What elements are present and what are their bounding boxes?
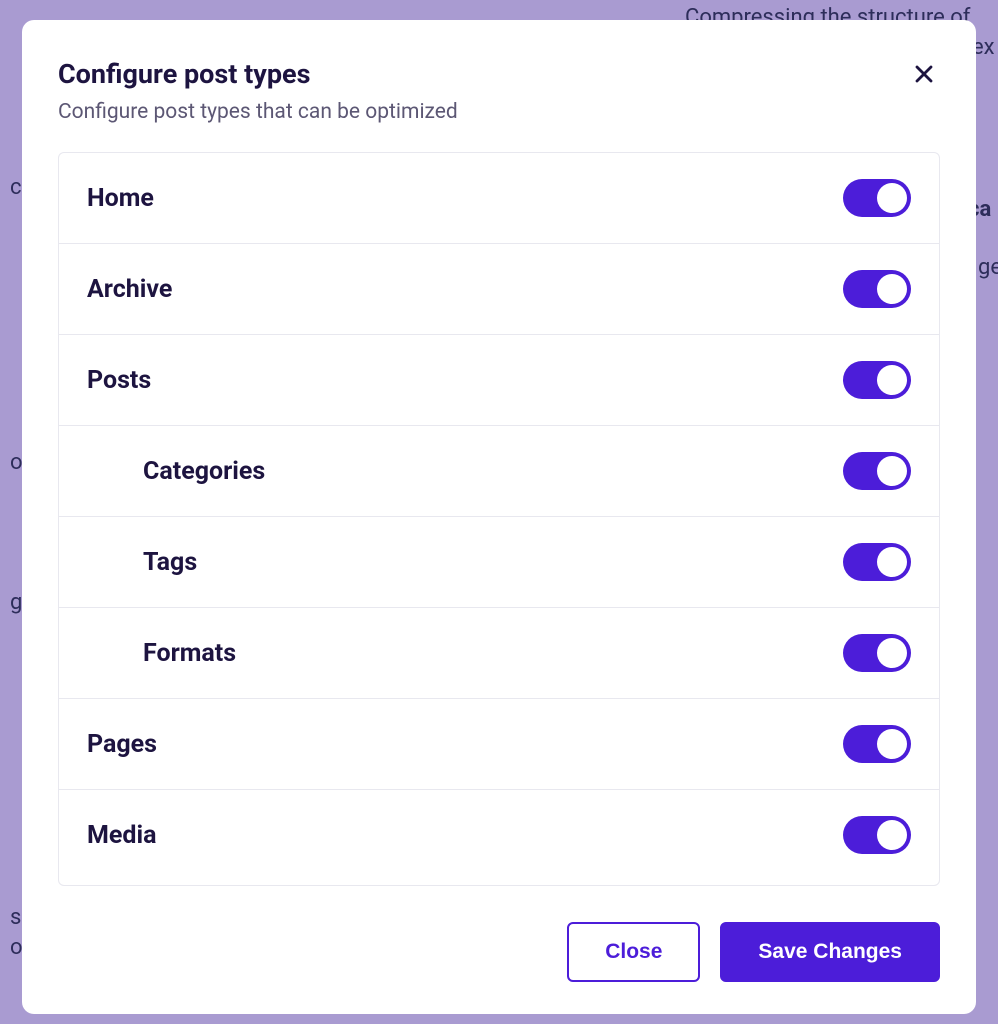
toggle-knob	[877, 820, 907, 850]
background-text: s	[10, 905, 21, 930]
post-type-row-archive: Archive	[59, 244, 939, 335]
post-type-row-media: Media	[59, 790, 939, 880]
post-type-row-categories: Categories	[59, 426, 939, 517]
modal-header: Configure post types	[58, 58, 940, 90]
toggle-knob	[877, 729, 907, 759]
toggle-knob	[877, 456, 907, 486]
toggle-knob	[877, 274, 907, 304]
post-type-row-formats: Formats	[59, 608, 939, 699]
post-type-row-home: Home	[59, 153, 939, 244]
row-label: Formats	[143, 639, 236, 668]
toggle-categories[interactable]	[843, 452, 911, 490]
post-types-list: Home Archive Posts Categories Tags Forma…	[58, 152, 940, 886]
toggle-archive[interactable]	[843, 270, 911, 308]
toggle-formats[interactable]	[843, 634, 911, 672]
modal-title: Configure post types	[58, 58, 311, 90]
toggle-knob	[877, 365, 907, 395]
toggle-knob	[877, 638, 907, 668]
toggle-tags[interactable]	[843, 543, 911, 581]
toggle-posts[interactable]	[843, 361, 911, 399]
close-button[interactable]: Close	[567, 922, 700, 982]
toggle-knob	[877, 183, 907, 213]
modal-subtitle: Configure post types that can be optimiz…	[58, 100, 940, 124]
row-label: Home	[87, 184, 154, 213]
background-text: ge	[978, 255, 998, 280]
post-type-row-pages: Pages	[59, 699, 939, 790]
modal-footer: Close Save Changes	[58, 922, 940, 982]
post-type-row-posts: Posts	[59, 335, 939, 426]
post-type-row-tags: Tags	[59, 517, 939, 608]
row-label: Categories	[143, 457, 265, 486]
save-changes-button[interactable]: Save Changes	[720, 922, 940, 982]
toggle-pages[interactable]	[843, 725, 911, 763]
row-label: Archive	[87, 275, 172, 304]
row-label: Pages	[87, 730, 157, 759]
close-icon-button[interactable]	[908, 58, 940, 90]
toggle-knob	[877, 547, 907, 577]
toggle-media[interactable]	[843, 816, 911, 854]
row-label: Tags	[143, 548, 197, 577]
background-text: o	[10, 450, 23, 475]
row-label: Media	[87, 821, 156, 850]
toggle-home[interactable]	[843, 179, 911, 217]
background-text: g	[10, 590, 22, 615]
close-icon	[912, 62, 936, 86]
row-label: Posts	[87, 366, 151, 395]
configure-post-types-modal: Configure post types Configure post type…	[22, 20, 976, 1014]
